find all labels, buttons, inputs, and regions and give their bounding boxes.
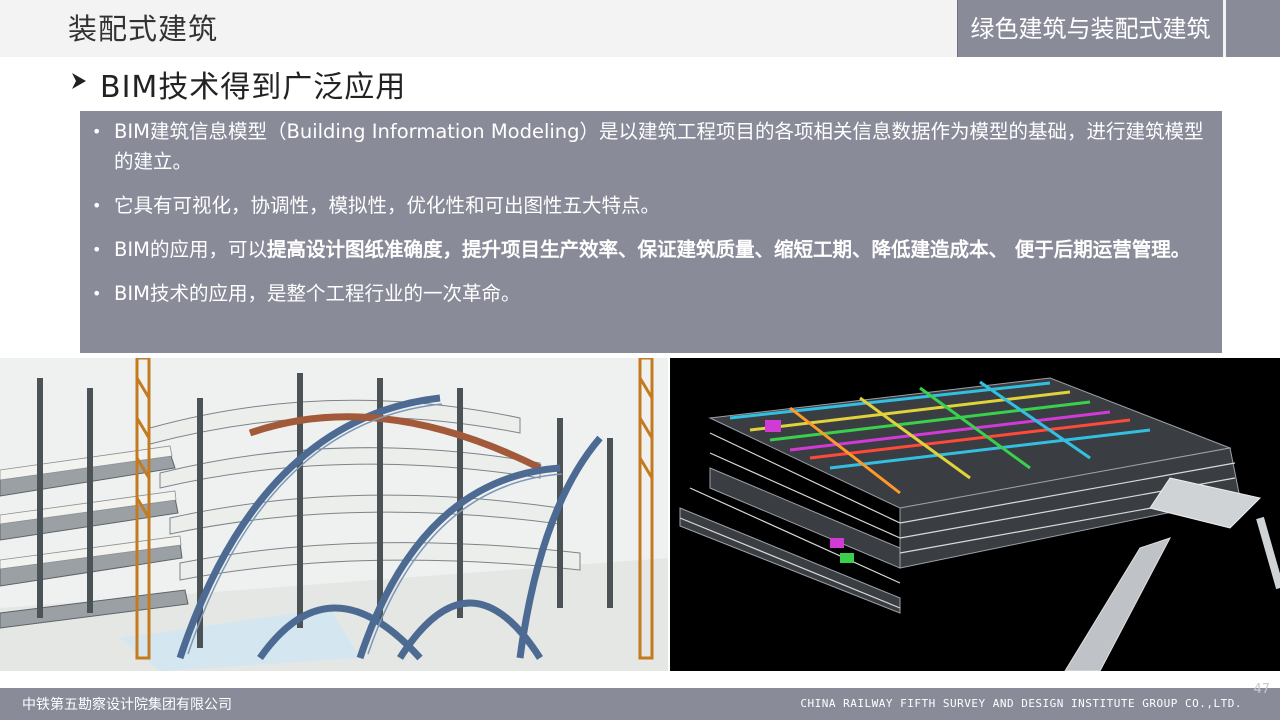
bullet-item: • BIM技术的应用，是整个工程行业的一次革命。 bbox=[92, 279, 1208, 309]
bullet-bold-text: 提高设计图纸准确度，提升项目生产效率、保证建筑质量、缩短工期、降低建造成本、 便… bbox=[266, 238, 1191, 261]
footer-bar: 中铁第五勘察设计院集团有限公司 CHINA RAILWAY FIFTH SURV… bbox=[0, 688, 1280, 720]
bullet-text: BIM技术的应用，是整个工程行业的一次革命。 bbox=[114, 282, 521, 305]
section-label: 绿色建筑与装配式建筑 bbox=[957, 0, 1223, 57]
bullet-dot-icon: • bbox=[92, 196, 102, 215]
bullet-text: 它具有可视化，协调性，模拟性，优化性和可出图性五大特点。 bbox=[114, 194, 661, 217]
steel-structure-image bbox=[0, 358, 668, 671]
company-name-cn: 中铁第五勘察设计院集团有限公司 bbox=[22, 697, 232, 713]
content-box: • BIM建筑信息模型（Building Information Modelin… bbox=[80, 111, 1222, 353]
bullet-item: • BIM的应用，可以提高设计图纸准确度，提升项目生产效率、保证建筑质量、缩短工… bbox=[92, 235, 1208, 265]
bullet-item: • 它具有可视化，协调性，模拟性，优化性和可出图性五大特点。 bbox=[92, 191, 1208, 221]
subtitle-text: BIM技术得到广泛应用 bbox=[100, 70, 407, 105]
page-title: 装配式建筑 bbox=[68, 12, 219, 46]
subtitle: BIM技术得到广泛应用 bbox=[68, 64, 407, 105]
bullet-item: • BIM建筑信息模型（Building Information Modelin… bbox=[92, 117, 1208, 177]
bim-mep-model-image bbox=[670, 358, 1280, 671]
bullet-text: BIM的应用，可以提高设计图纸准确度，提升项目生产效率、保证建筑质量、缩短工期、… bbox=[114, 238, 1191, 261]
bullet-dot-icon: • bbox=[92, 284, 102, 303]
corner-block bbox=[1226, 0, 1280, 57]
bullet-text: BIM建筑信息模型（Building Information Modeling）… bbox=[114, 120, 1204, 173]
page-number: 47 bbox=[1253, 682, 1270, 697]
company-name-en: CHINA RAILWAY FIFTH SURVEY AND DESIGN IN… bbox=[800, 697, 1242, 710]
arrow-right-icon bbox=[68, 70, 90, 98]
bullet-dot-icon: • bbox=[92, 122, 102, 141]
bullet-dot-icon: • bbox=[92, 240, 102, 259]
